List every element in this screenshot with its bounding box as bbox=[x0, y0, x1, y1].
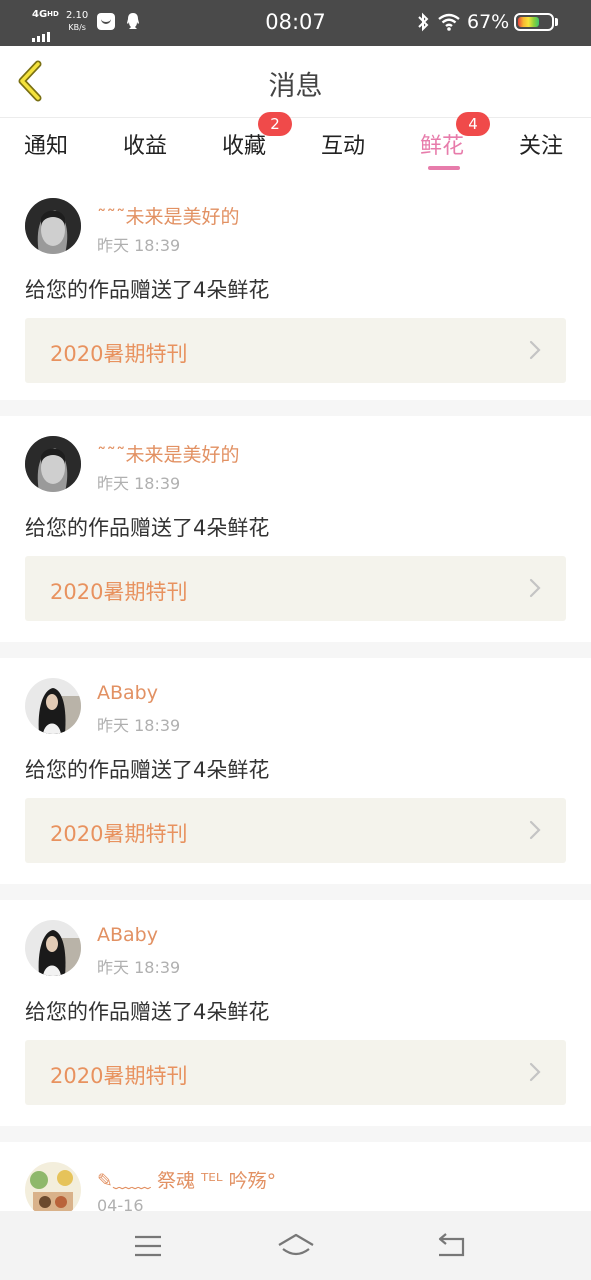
work-title: 2020暑期特刊 bbox=[50, 580, 188, 604]
username[interactable]: ˜˜˜未来是美好的 bbox=[97, 440, 240, 467]
tab-label: 关注 bbox=[519, 134, 564, 159]
timestamp: 昨天 18:39 bbox=[97, 958, 181, 977]
divider bbox=[0, 400, 591, 416]
username[interactable]: ✎﹏﹏ 祭魂 ᵀᴱᴸ 吟殇° bbox=[97, 1166, 276, 1193]
message-text: 给您的作品赠送了4朵鲜花 bbox=[25, 1000, 270, 1024]
chevron-right-icon bbox=[529, 820, 541, 840]
username[interactable]: ABaby bbox=[97, 682, 158, 704]
work-title: 2020暑期特刊 bbox=[50, 1064, 188, 1088]
page-title: 消息 bbox=[268, 71, 323, 102]
work-link[interactable]: 2020暑期特刊 bbox=[25, 556, 566, 621]
message-card: ABaby 昨天 18:39 给您的作品赠送了4朵鲜花 2020暑期特刊 bbox=[0, 900, 591, 1126]
work-title: 2020暑期特刊 bbox=[50, 822, 188, 846]
message-card: ˜˜˜未来是美好的 昨天 18:39 给您的作品赠送了4朵鲜花 2020暑期特刊 bbox=[0, 178, 591, 400]
tab-label: 收益 bbox=[123, 134, 168, 159]
tab-interactions[interactable]: 互动 bbox=[321, 128, 365, 160]
avatar[interactable] bbox=[25, 1162, 81, 1218]
work-link[interactable]: 2020暑期特刊 bbox=[25, 1040, 566, 1105]
tab-flowers[interactable]: 鲜花 4 bbox=[420, 112, 490, 170]
avatar[interactable] bbox=[25, 198, 81, 254]
work-link[interactable]: 2020暑期特刊 bbox=[25, 318, 566, 383]
bluetooth-icon bbox=[418, 12, 429, 32]
username[interactable]: ABaby bbox=[97, 924, 158, 946]
tab-label: 鲜花 bbox=[420, 134, 465, 159]
avatar[interactable] bbox=[25, 436, 81, 492]
tab-label: 通知 bbox=[24, 134, 69, 159]
tab-favorites[interactable]: 收藏 2 bbox=[222, 112, 292, 160]
timestamp: 昨天 18:39 bbox=[97, 716, 181, 735]
message-card: ˜˜˜未来是美好的 昨天 18:39 给您的作品赠送了4朵鲜花 2020暑期特刊 bbox=[0, 416, 591, 642]
tab-label: 互动 bbox=[321, 134, 366, 159]
tab-label: 收藏 bbox=[222, 134, 267, 159]
timestamp: 昨天 18:39 bbox=[97, 474, 181, 493]
tab-earnings[interactable]: 收益 bbox=[123, 128, 167, 160]
active-tab-indicator bbox=[428, 166, 460, 170]
back-icon[interactable] bbox=[433, 1229, 469, 1263]
home-icon[interactable] bbox=[277, 1229, 315, 1263]
chevron-right-icon bbox=[529, 340, 541, 360]
work-link[interactable]: 2020暑期特刊 bbox=[25, 798, 566, 863]
divider bbox=[0, 1126, 591, 1142]
wifi-icon bbox=[438, 13, 460, 31]
battery-icon bbox=[514, 13, 554, 31]
unread-badge: 4 bbox=[456, 112, 490, 136]
avatar[interactable] bbox=[25, 678, 81, 734]
app-header: 消息 bbox=[0, 46, 591, 118]
timestamp: 昨天 18:39 bbox=[97, 236, 181, 255]
divider bbox=[0, 642, 591, 658]
menu-icon[interactable] bbox=[130, 1229, 166, 1263]
chevron-right-icon bbox=[529, 578, 541, 598]
unread-badge: 2 bbox=[258, 112, 292, 136]
work-title: 2020暑期特刊 bbox=[50, 342, 188, 366]
tab-following[interactable]: 关注 bbox=[519, 128, 563, 160]
username[interactable]: ˜˜˜未来是美好的 bbox=[97, 202, 240, 229]
divider bbox=[0, 884, 591, 900]
message-text: 给您的作品赠送了4朵鲜花 bbox=[25, 516, 270, 540]
system-nav-bar bbox=[0, 1211, 591, 1280]
avatar[interactable] bbox=[25, 920, 81, 976]
tab-notifications[interactable]: 通知 bbox=[24, 128, 68, 160]
tab-bar: 通知 收益 收藏 2 互动 鲜花 4 关注 bbox=[0, 112, 591, 170]
message-text: 给您的作品赠送了4朵鲜花 bbox=[25, 278, 270, 302]
message-text: 给您的作品赠送了4朵鲜花 bbox=[25, 758, 270, 782]
battery-tip bbox=[555, 18, 558, 26]
status-bar: 4GHD 2.10 KB/s 08:07 67% bbox=[0, 0, 591, 46]
message-card: ABaby 昨天 18:39 给您的作品赠送了4朵鲜花 2020暑期特刊 bbox=[0, 658, 591, 884]
battery-percent: 67% bbox=[467, 11, 510, 33]
chevron-right-icon bbox=[529, 1062, 541, 1082]
